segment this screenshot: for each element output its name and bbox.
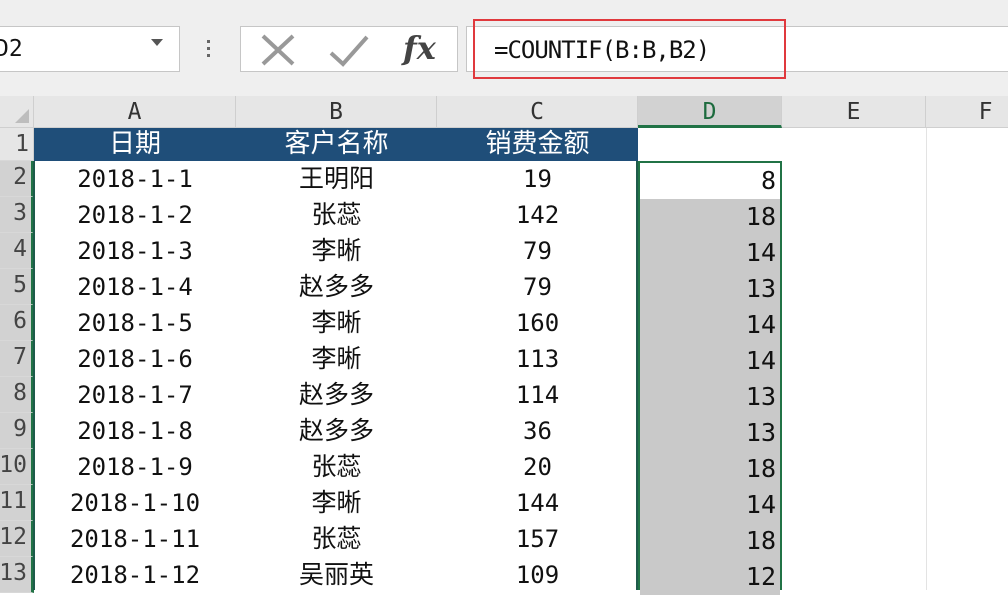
- cell-count[interactable]: 14: [640, 343, 780, 379]
- cell-customer[interactable]: 吴丽英: [236, 557, 437, 593]
- row-header[interactable]: 13: [0, 557, 34, 593]
- cell-count[interactable]: 13: [640, 271, 780, 307]
- row-header[interactable]: 5: [0, 269, 34, 305]
- cell-amount[interactable]: 36: [437, 413, 638, 449]
- row-header[interactable]: 1: [0, 128, 34, 161]
- row-header[interactable]: 9: [0, 413, 34, 449]
- more-options-icon[interactable]: [207, 40, 211, 61]
- row-header[interactable]: 8: [0, 377, 34, 413]
- row-header[interactable]: 3: [0, 197, 34, 233]
- spreadsheet-grid: A B C D E F 1 2 3 4 5 6 7 8 9 10 11 12 13 日期 客户名称 销…: [0, 96, 1008, 595]
- cell-date[interactable]: 2018-1-4: [34, 269, 236, 305]
- cell-count[interactable]: 14: [640, 307, 780, 343]
- column-header-f[interactable]: F: [926, 96, 1008, 128]
- table-border: [33, 161, 35, 590]
- cell-count[interactable]: 8: [640, 163, 780, 199]
- cell-date[interactable]: 2018-1-5: [34, 305, 236, 341]
- select-all-icon: [15, 109, 29, 123]
- cell-amount[interactable]: 79: [437, 269, 638, 305]
- name-box[interactable]: D2: [0, 26, 180, 72]
- cell-date[interactable]: 2018-1-12: [34, 557, 236, 593]
- selected-range-d[interactable]: 8 18 14 13 14 14 13 13 18 14 18 12: [638, 161, 782, 595]
- table-body: 2018-1-1 王明阳 19 2018-1-2 张蕊 142 2018-1-3 李晰 79 20…: [34, 161, 638, 590]
- check-icon: [329, 35, 369, 67]
- cell-customer[interactable]: 张蕊: [236, 449, 437, 485]
- cell-count[interactable]: 14: [640, 487, 780, 523]
- cell-customer[interactable]: 王明阳: [236, 161, 437, 197]
- cell-date[interactable]: 2018-1-11: [34, 521, 236, 557]
- cell-date[interactable]: 2018-1-7: [34, 377, 236, 413]
- fx-icon: fx: [403, 29, 436, 67]
- column-header-e[interactable]: E: [782, 96, 926, 128]
- formula-bar: D2 fx =COUNTIF(B:B,B2): [0, 0, 1008, 97]
- x-icon: [261, 34, 295, 66]
- cell-date[interactable]: 2018-1-9: [34, 449, 236, 485]
- cell-customer[interactable]: 张蕊: [236, 197, 437, 233]
- cell-amount[interactable]: 20: [437, 449, 638, 485]
- cell-customer[interactable]: 赵多多: [236, 377, 437, 413]
- cell-customer[interactable]: 李晰: [236, 305, 437, 341]
- cancel-button[interactable]: [257, 33, 301, 67]
- cell-date[interactable]: 2018-1-10: [34, 485, 236, 521]
- cell-amount[interactable]: 19: [437, 161, 638, 197]
- column-header-a[interactable]: A: [34, 96, 236, 128]
- cell-customer[interactable]: 赵多多: [236, 269, 437, 305]
- cell-amount[interactable]: 144: [437, 485, 638, 521]
- cell-customer[interactable]: 赵多多: [236, 413, 437, 449]
- formula-text: =COUNTIF(B:B,B2): [494, 36, 710, 64]
- cell-customer[interactable]: 李晰: [236, 233, 437, 269]
- row-header[interactable]: 11: [0, 485, 34, 521]
- cell-count[interactable]: 13: [640, 415, 780, 451]
- cell-count[interactable]: 14: [640, 235, 780, 271]
- cell-amount[interactable]: 142: [437, 197, 638, 233]
- cell-count[interactable]: 18: [640, 523, 780, 559]
- empty-cells[interactable]: [782, 128, 1008, 590]
- select-all-corner[interactable]: [0, 96, 34, 128]
- row-header[interactable]: 2: [0, 161, 34, 197]
- cell-amount[interactable]: 113: [437, 341, 638, 377]
- column-header-b[interactable]: B: [236, 96, 437, 128]
- cell-customer[interactable]: 张蕊: [236, 521, 437, 557]
- row-header[interactable]: 12: [0, 521, 34, 557]
- cell-count[interactable]: 18: [640, 451, 780, 487]
- formula-buttons: fx: [240, 26, 458, 72]
- row-header[interactable]: 10: [0, 449, 34, 485]
- cell-amount[interactable]: 79: [437, 233, 638, 269]
- enter-button[interactable]: [327, 33, 371, 67]
- name-box-value: D2: [0, 36, 23, 62]
- cell-customer[interactable]: 李晰: [236, 485, 437, 521]
- column-header-d[interactable]: D: [638, 96, 782, 128]
- header-cell-amount[interactable]: 销费金额: [437, 128, 638, 161]
- cell-amount[interactable]: 114: [437, 377, 638, 413]
- cell-count[interactable]: 13: [640, 379, 780, 415]
- cell-amount[interactable]: 109: [437, 557, 638, 593]
- table-header-row: 日期 客户名称 销费金额: [34, 128, 638, 161]
- cell-date[interactable]: 2018-1-3: [34, 233, 236, 269]
- row-header[interactable]: 6: [0, 305, 34, 341]
- cell-date[interactable]: 2018-1-8: [34, 413, 236, 449]
- cell-date[interactable]: 2018-1-2: [34, 197, 236, 233]
- cell-count[interactable]: 18: [640, 199, 780, 235]
- cell-date[interactable]: 2018-1-1: [34, 161, 236, 197]
- column-header-c[interactable]: C: [437, 96, 638, 128]
- row-header[interactable]: 4: [0, 233, 34, 269]
- cell-amount[interactable]: 157: [437, 521, 638, 557]
- header-cell-customer[interactable]: 客户名称: [236, 128, 437, 161]
- insert-function-button[interactable]: fx: [397, 29, 441, 67]
- row-header[interactable]: 7: [0, 341, 34, 377]
- cell-customer[interactable]: 李晰: [236, 341, 437, 377]
- header-cell-date[interactable]: 日期: [34, 128, 236, 161]
- chevron-down-icon[interactable]: [151, 39, 163, 46]
- cell-date[interactable]: 2018-1-6: [34, 341, 236, 377]
- cell-amount[interactable]: 160: [437, 305, 638, 341]
